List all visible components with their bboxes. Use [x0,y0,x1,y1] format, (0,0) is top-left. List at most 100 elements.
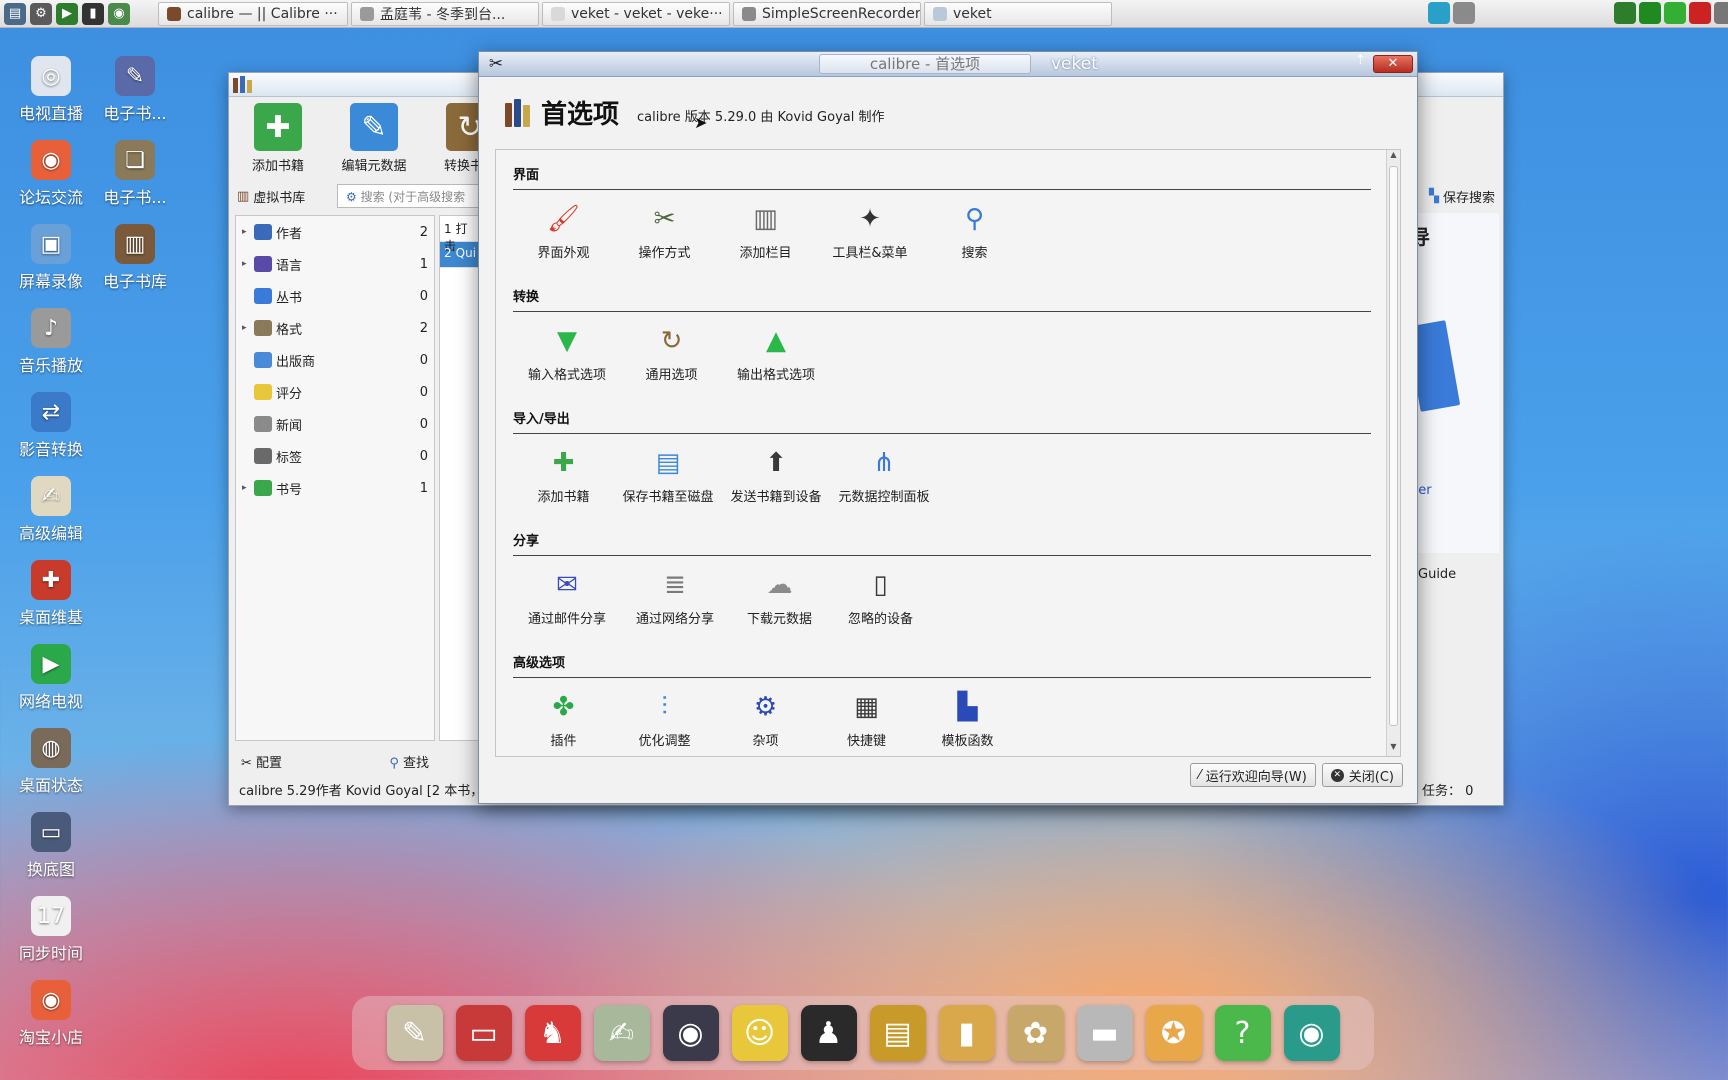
dock-qq-icon[interactable]: ♟ [800,1005,857,1061]
pref-behavior-button[interactable]: ✂ 操作方式 [614,200,715,261]
desktop-shortcut[interactable]: ▥ 电子书库 [90,224,180,292]
prefs-scroll-area[interactable]: ▲ ▼ 界面 🖌 界面外观 ✂ 操作方式 ▥ 添加栏目 ✦ 工具栏&菜单 ⚲ 搜索 转换 ▼ 输入格式选项… [495,149,1401,757]
dock-usb-icon[interactable]: ▬ [1076,1005,1133,1061]
pref-searching-button[interactable]: ⚲ 搜索 [924,200,1025,261]
scroll-down-icon[interactable]: ▼ [1387,742,1400,756]
pref-sharing-email-button[interactable]: ✉ 通过邮件分享 [513,566,621,627]
pref-shortcuts-button[interactable]: ▦ 快捷键 [816,688,917,749]
pref-saving-to-disk-button[interactable]: ▤ 保存书籍至磁盘 [614,444,722,505]
dock-chat-icon[interactable]: ☺ [731,1005,788,1061]
main-search-input[interactable]: ⚙ 搜索 (对于高级搜索 [337,184,487,208]
desktop-shortcut[interactable]: ♪ 音乐播放 [6,308,96,376]
tag-tags[interactable]: 标签 0 [236,440,434,472]
media-icon[interactable] [1614,2,1636,24]
dock-pet-icon[interactable]: ♞ [524,1005,581,1061]
expand-arrow-icon[interactable]: ▸ [242,227,254,237]
expand-arrow-icon[interactable]: ▸ [242,323,254,333]
table-row[interactable]: 1打击 [440,216,478,253]
desktop-shortcut[interactable]: ✚ 桌面维基 [6,560,96,628]
close-button[interactable]: ✕ 关闭(C) [1321,763,1403,787]
tag-series[interactable]: 丛书 0 [236,280,434,312]
desktop-shortcut[interactable]: ✍ 高级编辑 [6,476,96,544]
desktop-shortcut[interactable]: ❏ 电子书... [90,140,180,208]
shade-up-icon[interactable]: ⇡ [1355,53,1366,68]
scroll-thumb[interactable] [1389,166,1398,726]
dock-media-icon[interactable]: ◉ [662,1005,719,1061]
add-books-button[interactable]: ✚ 添加书籍 [237,103,319,174]
edit-metadata-button[interactable]: ✎ 编辑元数据 [333,103,415,174]
dock-help-icon[interactable]: ? [1214,1005,1271,1061]
taskbar-task-0[interactable]: calibre — || Calibre ··· [158,1,348,26]
find-button[interactable]: ⚲ 查找 [389,752,429,771]
desktop-shortcut[interactable]: ▣ 屏幕录像 [6,224,96,292]
pref-add-columns-button[interactable]: ▥ 添加栏目 [715,200,816,261]
vertical-scrollbar[interactable]: ▲ ▼ [1386,150,1400,756]
pref-sending-to-device-button[interactable]: ⬆ 发送书籍到设备 [722,444,830,505]
pref-metadata-download-button[interactable]: ☁ 下载元数据 [729,566,830,627]
desktop-shortcut[interactable]: ⇄ 影音转换 [6,392,96,460]
tag-identifiers[interactable]: ▸ 书号 1 [236,472,434,504]
pref-toolbars-menus-button[interactable]: ✦ 工具栏&菜单 [816,200,924,261]
system-monitor-icon[interactable]: ▤ [4,2,26,25]
cpu-monitor-icon[interactable] [1639,2,1661,24]
save-search-button[interactable]: ▚ 保存搜索 [1429,187,1495,206]
taskbar-task-1[interactable]: 孟庭苇 - 冬季到台... [351,1,539,26]
pref-metadata-plugboards-button[interactable]: ⋔ 元数据控制面板 [830,444,938,505]
dock-files-icon[interactable]: ✎ [386,1005,443,1061]
tag-news[interactable]: 新闻 0 [236,408,434,440]
pref-tweaks-button[interactable]: ⫶ 优化调整 [614,688,715,750]
dock-notebook-icon[interactable]: ▤ [869,1005,926,1061]
desktop-shortcut[interactable]: ◉ 论坛交流 [6,140,96,208]
pref-adding-books-button[interactable]: ✚ 添加书籍 [513,444,614,505]
pref-look-and-feel-button[interactable]: 🖌 界面外观 [513,200,614,261]
dock-monitor-icon[interactable]: ▭ [455,1005,512,1061]
desktop-shortcut[interactable]: ▭ 换底图 [6,812,96,880]
desktop-shortcut[interactable]: ◎ 电视直播 [6,56,96,124]
run-wizard-button[interactable]: ⁄ 运行欢迎向导(W) [1189,763,1316,787]
expand-arrow-icon[interactable]: ▸ [242,259,254,269]
desktop-shortcut[interactable]: 17 同步时间 [6,896,96,964]
record-icon[interactable] [1689,2,1711,24]
pref-sharing-net-button[interactable]: ≣ 通过网络分享 [621,566,729,627]
pref-common-options-button[interactable]: ↻ 通用选项 [621,322,722,383]
globe-icon[interactable]: ◉ [108,2,130,25]
tag-publishers[interactable]: 出版商 0 [236,344,434,376]
dock-camera-icon[interactable]: ◉ [1283,1005,1340,1061]
desktop-shortcut[interactable]: ✎ 电子书... [90,56,180,124]
windows-icon[interactable] [1453,2,1475,24]
dock-chart-icon[interactable]: ▮ [938,1005,995,1061]
pref-ignored-devices-button[interactable]: ▯ 忽略的设备 [830,566,931,627]
configure-button[interactable]: ✂ 配置 [241,752,282,771]
desktop-shortcut[interactable]: ◍ 桌面状态 [6,728,96,796]
tag-languages[interactable]: ▸ 语言 1 [236,248,434,280]
taskbar-task-3[interactable]: SimpleScreenRecorder [733,1,921,26]
pref-miscellaneous-button[interactable]: ⚙ 杂项 [715,688,816,749]
pref-template-functions-button[interactable]: ▙ 模板函数 [917,688,1018,749]
virtual-library-button[interactable]: ▥ 虚拟书库 [237,187,327,206]
close-window-button[interactable]: ✕ [1373,55,1413,73]
pref-plugins-button[interactable]: ✤ 插件 [513,688,614,749]
desktop-shortcut[interactable]: ◉ 淘宝小店 [6,980,96,1048]
play-icon[interactable]: ▶ [56,2,78,25]
scroll-up-icon[interactable]: ▲ [1387,150,1400,164]
tag-formats[interactable]: ▸ 格式 2 [236,312,434,344]
jobs-indicator[interactable]: 任务： 0 [1422,780,1473,799]
settings-gear-icon[interactable]: ⚙ [30,2,52,25]
tag-authors[interactable]: ▸ 作者 2 [236,216,434,248]
volume-icon[interactable] [1714,2,1728,24]
pref-input-options-button[interactable]: ▼ 输入格式选项 [513,322,621,383]
dock-editor-icon[interactable]: ✍ [593,1005,650,1061]
network-icon[interactable] [1428,2,1450,24]
taskbar-task-2[interactable]: veket - veket - veke··· [542,1,730,26]
prefs-titlebar[interactable]: ✂ calibre - 首选项 veket ⇡ ✕ [479,52,1417,77]
table-row[interactable]: 2 Qui [440,242,478,268]
expand-arrow-icon[interactable]: ▸ [242,483,254,493]
pref-output-options-button[interactable]: ▲ 输出格式选项 [722,322,830,383]
desktop-shortcut[interactable]: ▶ 网络电视 [6,644,96,712]
battery-icon[interactable] [1664,2,1686,24]
dock-veket-icon[interactable]: ✪ [1145,1005,1202,1061]
dock-paint-icon[interactable]: ✿ [1007,1005,1064,1061]
terminal-icon[interactable]: ▮ [82,2,104,25]
tag-rating[interactable]: 评分 0 [236,376,434,408]
taskbar-task-4[interactable]: veket [924,1,1112,26]
